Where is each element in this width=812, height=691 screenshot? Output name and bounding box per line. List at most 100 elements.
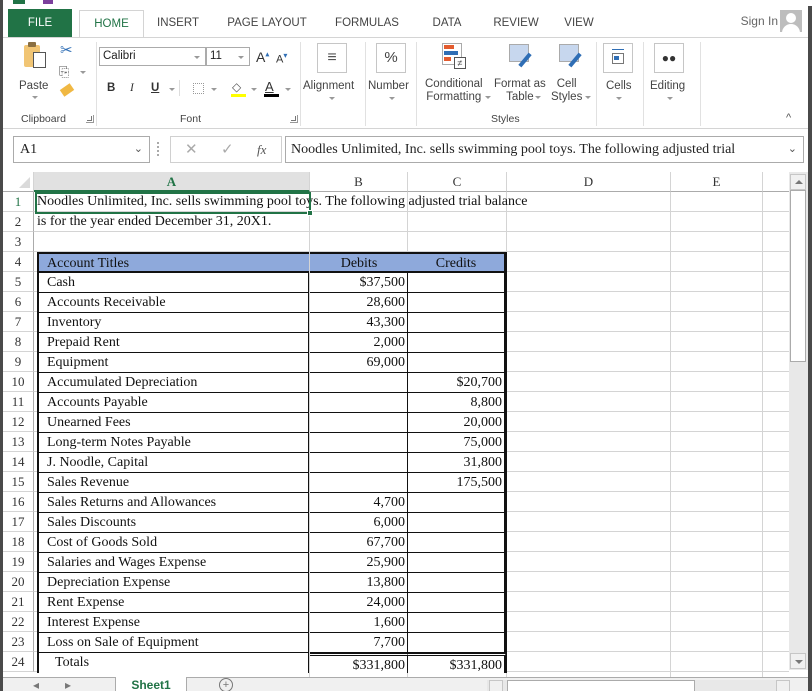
table-cell-debit[interactable]: 1,600 (310, 613, 408, 633)
tab-view[interactable]: VIEW (561, 10, 597, 38)
row-header-21[interactable]: 21 (3, 592, 34, 612)
column-header-d[interactable]: D (507, 172, 671, 192)
table-cell-account[interactable]: Loss on Sale of Equipment (37, 633, 309, 653)
horizontal-scroll-thumb[interactable] (507, 680, 695, 691)
table-totals-debit[interactable]: $331,800 (310, 653, 408, 673)
sheet-nav-prev-icon[interactable]: ◂ (33, 678, 39, 691)
quick-access-icon[interactable] (43, 0, 53, 4)
font-name-select[interactable]: Calibri (99, 47, 206, 66)
table-cell-credit[interactable] (408, 633, 507, 653)
table-cell-debit[interactable] (310, 373, 408, 393)
table-cell-credit[interactable]: $20,700 (408, 373, 507, 393)
table-cell-account[interactable]: Accounts Payable (37, 393, 309, 413)
add-sheet-button[interactable]: + (219, 678, 233, 691)
table-cell-account[interactable]: J. Noodle, Capital (37, 453, 309, 473)
column-header-extra[interactable] (763, 172, 789, 192)
formula-bar-splitter[interactable] (157, 142, 159, 156)
borders-icon[interactable] (193, 83, 204, 94)
row-header-8[interactable]: 8 (3, 332, 34, 352)
table-cell-debit[interactable]: 67,700 (310, 533, 408, 553)
table-cell-debit[interactable]: 25,900 (310, 553, 408, 573)
tab-review[interactable]: REVIEW (491, 10, 541, 38)
tab-insert[interactable]: INSERT (153, 10, 203, 38)
row-header-16[interactable]: 16 (3, 492, 34, 512)
fill-color-dropdown-icon[interactable] (251, 88, 257, 91)
expand-formula-bar-icon[interactable]: ⌄ (784, 137, 797, 162)
table-cell-debit[interactable]: 24,000 (310, 593, 408, 613)
table-cell-credit[interactable] (408, 313, 507, 333)
intro-text-line1[interactable]: Noodles Unlimited, Inc. sells swimming p… (37, 192, 527, 212)
table-cell-debit[interactable]: 43,300 (310, 313, 408, 333)
table-cell-credit[interactable]: 175,500 (408, 473, 507, 493)
row-header-7[interactable]: 7 (3, 312, 34, 332)
row-header-19[interactable]: 19 (3, 552, 34, 572)
tab-formulas[interactable]: FORMULAS (333, 10, 401, 38)
select-all-button[interactable] (3, 172, 34, 192)
row-header-22[interactable]: 22 (3, 612, 34, 632)
row-header-6[interactable]: 6 (3, 292, 34, 312)
table-cell-account[interactable]: Prepaid Rent (37, 333, 309, 353)
clipboard-launcher-icon[interactable] (86, 115, 94, 123)
table-cell-account[interactable]: Unearned Fees (37, 413, 309, 433)
column-header-e[interactable]: E (671, 172, 763, 192)
tab-home[interactable]: HOME (79, 10, 144, 39)
table-cell-credit[interactable]: 20,000 (408, 413, 507, 433)
row-header-23[interactable]: 23 (3, 632, 34, 652)
table-cell-debit[interactable] (310, 453, 408, 473)
table-cell-debit[interactable]: 6,000 (310, 513, 408, 533)
table-cell-credit[interactable] (408, 353, 507, 373)
table-cell-account[interactable]: Equipment (37, 353, 309, 373)
grow-font-button[interactable]: A▴ (256, 49, 269, 65)
row-header-15[interactable]: 15 (3, 472, 34, 492)
cut-icon[interactable]: ✂ (60, 41, 73, 59)
shrink-font-button[interactable]: A▾ (276, 51, 287, 66)
borders-dropdown-icon[interactable] (211, 88, 217, 91)
scroll-left-button[interactable] (489, 680, 503, 691)
column-header-a[interactable]: A (34, 172, 310, 192)
italic-button[interactable]: I (130, 82, 134, 94)
column-header-c[interactable]: C (408, 172, 507, 192)
table-cell-credit[interactable] (408, 573, 507, 593)
row-header-24[interactable]: 24 (3, 652, 34, 672)
font-launcher-icon[interactable] (290, 115, 298, 123)
table-cell-credit[interactable] (408, 593, 507, 613)
row-header-3[interactable]: 3 (3, 232, 34, 252)
table-cell-debit[interactable]: 69,000 (310, 353, 408, 373)
table-cell-debit[interactable] (310, 393, 408, 413)
table-cell-credit[interactable] (408, 553, 507, 573)
table-cell-account[interactable]: Long-term Notes Payable (37, 433, 309, 453)
table-cell-debit[interactable]: 2,000 (310, 333, 408, 353)
row-header-12[interactable]: 12 (3, 412, 34, 432)
table-cell-debit[interactable] (310, 413, 408, 433)
tab-page-layout[interactable]: PAGE LAYOUT (225, 10, 309, 38)
cancel-icon[interactable]: ✕ (185, 140, 198, 158)
insert-function-icon[interactable]: fx (257, 142, 266, 158)
column-header-b[interactable]: B (310, 172, 408, 192)
table-cell-account[interactable]: Cost of Goods Sold (37, 533, 309, 553)
row-header-4[interactable]: 4 (3, 252, 34, 272)
vertical-scrollbar[interactable] (789, 172, 808, 670)
table-header-debits[interactable]: Debits (310, 252, 408, 273)
table-cell-account[interactable]: Depreciation Expense (37, 573, 309, 593)
table-header-account[interactable]: Account Titles (37, 252, 309, 273)
underline-button[interactable]: U (151, 82, 159, 94)
scroll-up-button[interactable] (790, 174, 806, 190)
underline-dropdown-icon[interactable] (169, 88, 175, 91)
table-totals-label[interactable]: Totals (37, 653, 309, 673)
collapse-ribbon-icon[interactable]: ^ (786, 112, 791, 124)
table-cell-debit[interactable]: 4,700 (310, 493, 408, 513)
table-header-credits[interactable]: Credits (408, 252, 507, 273)
row-header-1[interactable]: 1 (3, 192, 34, 212)
enter-icon[interactable]: ✓ (221, 140, 234, 158)
spreadsheet-grid[interactable]: A B C D E 1 2 3 4 5 6 7 8 9 10 11 12 13 14 15 16 17 18 19 20 21 22… (3, 172, 789, 677)
intro-text-line2[interactable]: is for the year ended December 31, 20X1. (37, 212, 271, 232)
row-header-10[interactable]: 10 (3, 372, 34, 392)
table-cell-credit[interactable] (408, 533, 507, 553)
table-cell-account[interactable]: Sales Returns and Allowances (37, 493, 309, 513)
table-cell-debit[interactable] (310, 473, 408, 493)
row-header-11[interactable]: 11 (3, 392, 34, 412)
table-cell-credit[interactable] (408, 613, 507, 633)
table-cell-credit[interactable]: 31,800 (408, 453, 507, 473)
table-cell-credit[interactable] (408, 493, 507, 513)
horizontal-scrollbar[interactable] (487, 680, 790, 691)
